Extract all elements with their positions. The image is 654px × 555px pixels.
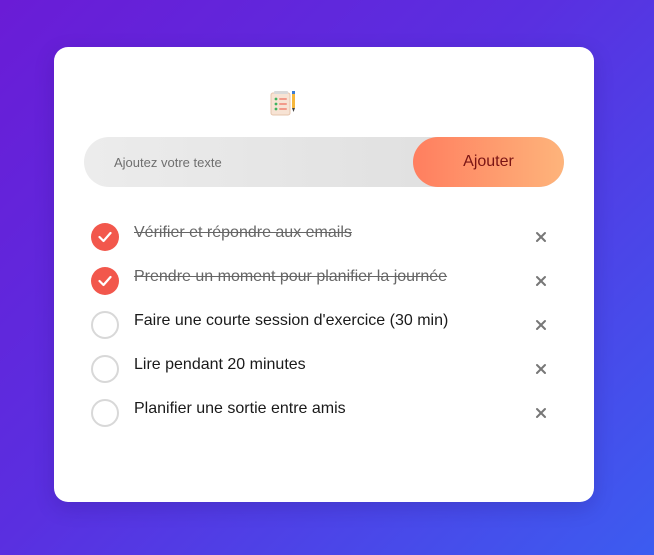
add-button[interactable]: Ajouter <box>413 137 564 187</box>
delete-task-button[interactable] <box>532 272 550 290</box>
checkmark-icon <box>98 275 112 287</box>
task-text[interactable]: Faire une courte session d'exercice (30 … <box>134 312 448 330</box>
close-icon <box>536 408 546 418</box>
unchecked-checkbox[interactable] <box>91 399 119 427</box>
close-icon <box>536 276 546 286</box>
task-item[interactable]: Prendre un moment pour planifier la jour… <box>91 259 561 303</box>
task-input[interactable] <box>84 137 414 187</box>
delete-task-button[interactable] <box>532 228 550 246</box>
close-icon <box>536 364 546 374</box>
task-item[interactable]: Faire une courte session d'exercice (30 … <box>91 303 561 347</box>
checkmark-icon <box>98 231 112 243</box>
task-text[interactable]: Vérifier et répondre aux emails <box>134 224 352 242</box>
task-item[interactable]: Lire pendant 20 minutes <box>91 347 561 391</box>
add-task-bar: Ajouter <box>84 137 564 187</box>
task-item[interactable]: Vérifier et répondre aux emails <box>91 215 561 259</box>
delete-task-button[interactable] <box>532 360 550 378</box>
notepad-checklist-icon <box>270 91 295 116</box>
unchecked-checkbox[interactable] <box>91 311 119 339</box>
close-icon <box>536 320 546 330</box>
unchecked-checkbox[interactable] <box>91 355 119 383</box>
task-list: Vérifier et répondre aux emails Prendre u… <box>91 215 561 435</box>
todo-card: Ajouter Vérifier et répondre aux emails P… <box>54 47 594 502</box>
task-text[interactable]: Lire pendant 20 minutes <box>134 356 306 374</box>
close-icon <box>536 232 546 242</box>
delete-task-button[interactable] <box>532 404 550 422</box>
delete-task-button[interactable] <box>532 316 550 334</box>
task-text[interactable]: Planifier une sortie entre amis <box>134 400 346 418</box>
checked-checkbox[interactable] <box>91 223 119 251</box>
task-item[interactable]: Planifier une sortie entre amis <box>91 391 561 435</box>
task-text[interactable]: Prendre un moment pour planifier la jour… <box>134 268 447 286</box>
checked-checkbox[interactable] <box>91 267 119 295</box>
